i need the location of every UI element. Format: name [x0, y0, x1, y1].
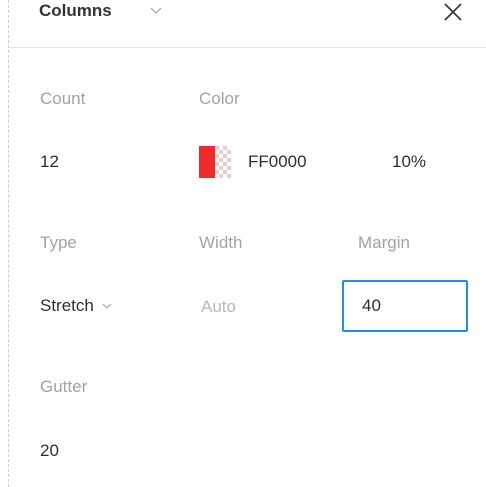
- layout-grid-panel: Columns Count Color 12 FF0000 10% Type W…: [0, 0, 486, 487]
- close-icon[interactable]: [441, 0, 465, 24]
- margin-input[interactable]: [342, 280, 468, 332]
- panel-left-border: [8, 0, 9, 487]
- gutter-label: Gutter: [40, 377, 88, 396]
- chevron-down-icon[interactable]: [148, 2, 164, 18]
- grid-type-title[interactable]: Columns: [39, 0, 112, 22]
- color-label: Color: [199, 89, 240, 108]
- opacity-value[interactable]: 10%: [392, 152, 426, 172]
- type-label: Type: [40, 233, 77, 252]
- width-value[interactable]: Auto: [201, 297, 236, 317]
- count-value[interactable]: 12: [40, 152, 59, 172]
- type-select[interactable]: Stretch: [40, 294, 114, 318]
- margin-label: Margin: [358, 233, 410, 252]
- panel-header: Columns: [9, 0, 486, 48]
- width-label: Width: [199, 233, 243, 252]
- color-hex-value[interactable]: FF0000: [248, 152, 307, 172]
- count-label: Count: [40, 89, 86, 108]
- chevron-down-icon: [102, 303, 112, 309]
- gutter-value[interactable]: 20: [40, 441, 59, 461]
- type-value: Stretch: [40, 296, 94, 315]
- color-swatch[interactable]: [199, 146, 231, 178]
